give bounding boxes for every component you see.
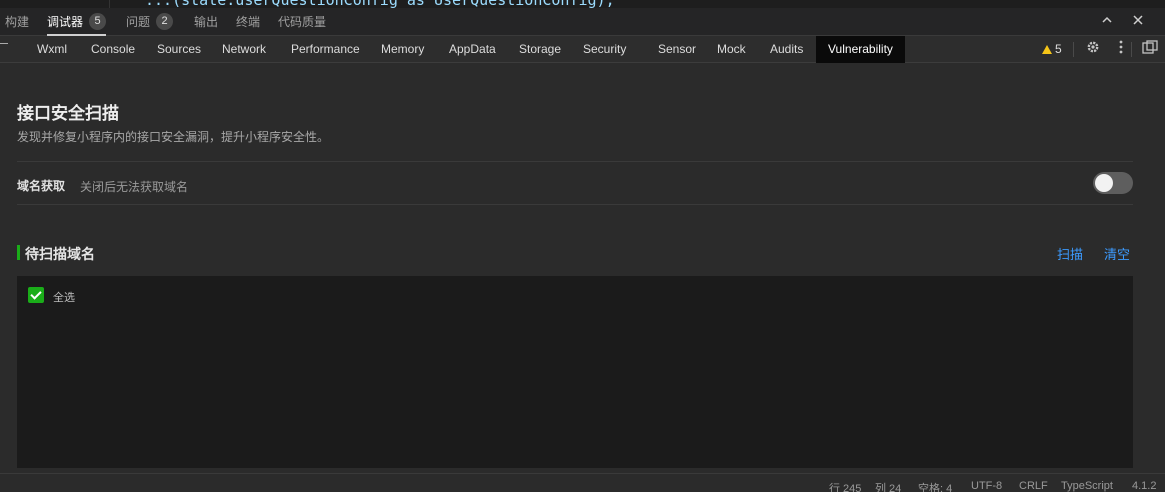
divider [17,161,1133,162]
tab-problems-label: 问题 [126,15,151,29]
more-vertical-icon[interactable] [1112,36,1130,63]
tab-code-quality[interactable]: 代码质量 [278,8,326,36]
status-column[interactable]: 列 24 [875,480,901,492]
status-language[interactable]: TypeScript [1061,480,1113,492]
dock-icon[interactable] [1141,36,1159,63]
toolbar-divider [1131,42,1132,57]
chevron-up-icon[interactable] [1097,8,1117,36]
section-accent-bar [17,245,20,260]
panel-tab-bar: 构建 调试器 5 问题 2 输出 终端 代码质量 [0,8,1165,36]
page-title: 接口安全扫描 [17,104,119,123]
devtab-performance[interactable]: Performance [291,36,360,63]
tab-output[interactable]: 输出 [194,8,218,36]
status-encoding[interactable]: UTF-8 [971,480,1002,492]
tab-debugger-label: 调试器 [47,15,84,29]
devtab-sensor[interactable]: Sensor [658,36,696,63]
devtab-sources[interactable]: Sources [157,36,201,63]
select-all-label[interactable]: 全选 [53,289,75,305]
devtab-security[interactable]: Security [583,36,626,63]
editor-strip: ...(state.userQuestionConfig as UserQues… [0,0,1165,8]
tab-terminal-label: 终端 [236,15,261,29]
devtab-appdata[interactable]: AppData [449,36,496,63]
devtab-vulnerability[interactable]: Vulnerability [816,36,905,63]
domain-fetch-description: 关闭后无法获取域名 [80,180,189,194]
select-all-checkbox[interactable] [28,287,44,303]
warnings-counter[interactable]: 5 [1042,36,1062,63]
editor-gutter [0,0,110,8]
page-subtitle: 发现并修复小程序内的接口安全漏洞，提升小程序安全性。 [17,130,330,144]
editor-code-line: ...(state.userQuestionConfig as UserQues… [145,0,615,8]
devtab-memory[interactable]: Memory [381,36,424,63]
warning-icon [1042,45,1052,54]
status-version[interactable]: 4.1.2 [1132,480,1156,492]
devtab-storage[interactable]: Storage [519,36,561,63]
vulnerability-panel: 接口安全扫描 发现并修复小程序内的接口安全漏洞，提升小程序安全性。 域名获取 关… [0,63,1165,473]
clear-button[interactable]: 清空 [1104,244,1130,263]
tab-build[interactable]: 构建 [5,8,29,36]
tab-problems[interactable]: 问题 2 [126,8,174,36]
tab-terminal[interactable]: 终端 [236,8,260,36]
debugger-count-badge: 5 [89,13,107,31]
problems-count-badge: 2 [156,13,174,31]
devtab-network[interactable]: Network [222,36,266,63]
tab-output-label: 输出 [194,15,219,29]
status-eol[interactable]: CRLF [1019,480,1048,492]
status-indent[interactable]: 空格: 4 [918,480,952,492]
section-title: 待扫描域名 [25,246,95,262]
devtools-tab-bar: Wxml Console Sources Network Performance… [0,36,1165,63]
inspect-element-icon[interactable] [0,43,8,55]
status-line[interactable]: 行 245 [829,480,861,492]
scan-button[interactable]: 扫描 [1057,244,1083,263]
tab-build-label: 构建 [5,15,30,29]
devtab-console[interactable]: Console [91,36,135,63]
close-icon[interactable] [1128,8,1148,36]
domain-fetch-toggle[interactable] [1093,172,1133,194]
tab-code-quality-label: 代码质量 [278,15,327,29]
devtab-mock[interactable]: Mock [717,36,746,63]
status-bar: 行 245 列 24 空格: 4 UTF-8 CRLF TypeScript 4… [0,473,1165,492]
tab-debugger[interactable]: 调试器 5 [47,8,107,36]
toolbar-divider [1073,42,1074,57]
warning-count: 5 [1055,42,1062,56]
devtab-audits[interactable]: Audits [770,36,803,63]
toggle-knob [1095,174,1113,192]
divider [17,204,1133,205]
gear-icon[interactable] [1084,36,1102,63]
devtab-wxml[interactable]: Wxml [37,36,67,63]
domain-list: 全选 [17,276,1133,468]
domain-fetch-label: 域名获取 [17,179,66,193]
